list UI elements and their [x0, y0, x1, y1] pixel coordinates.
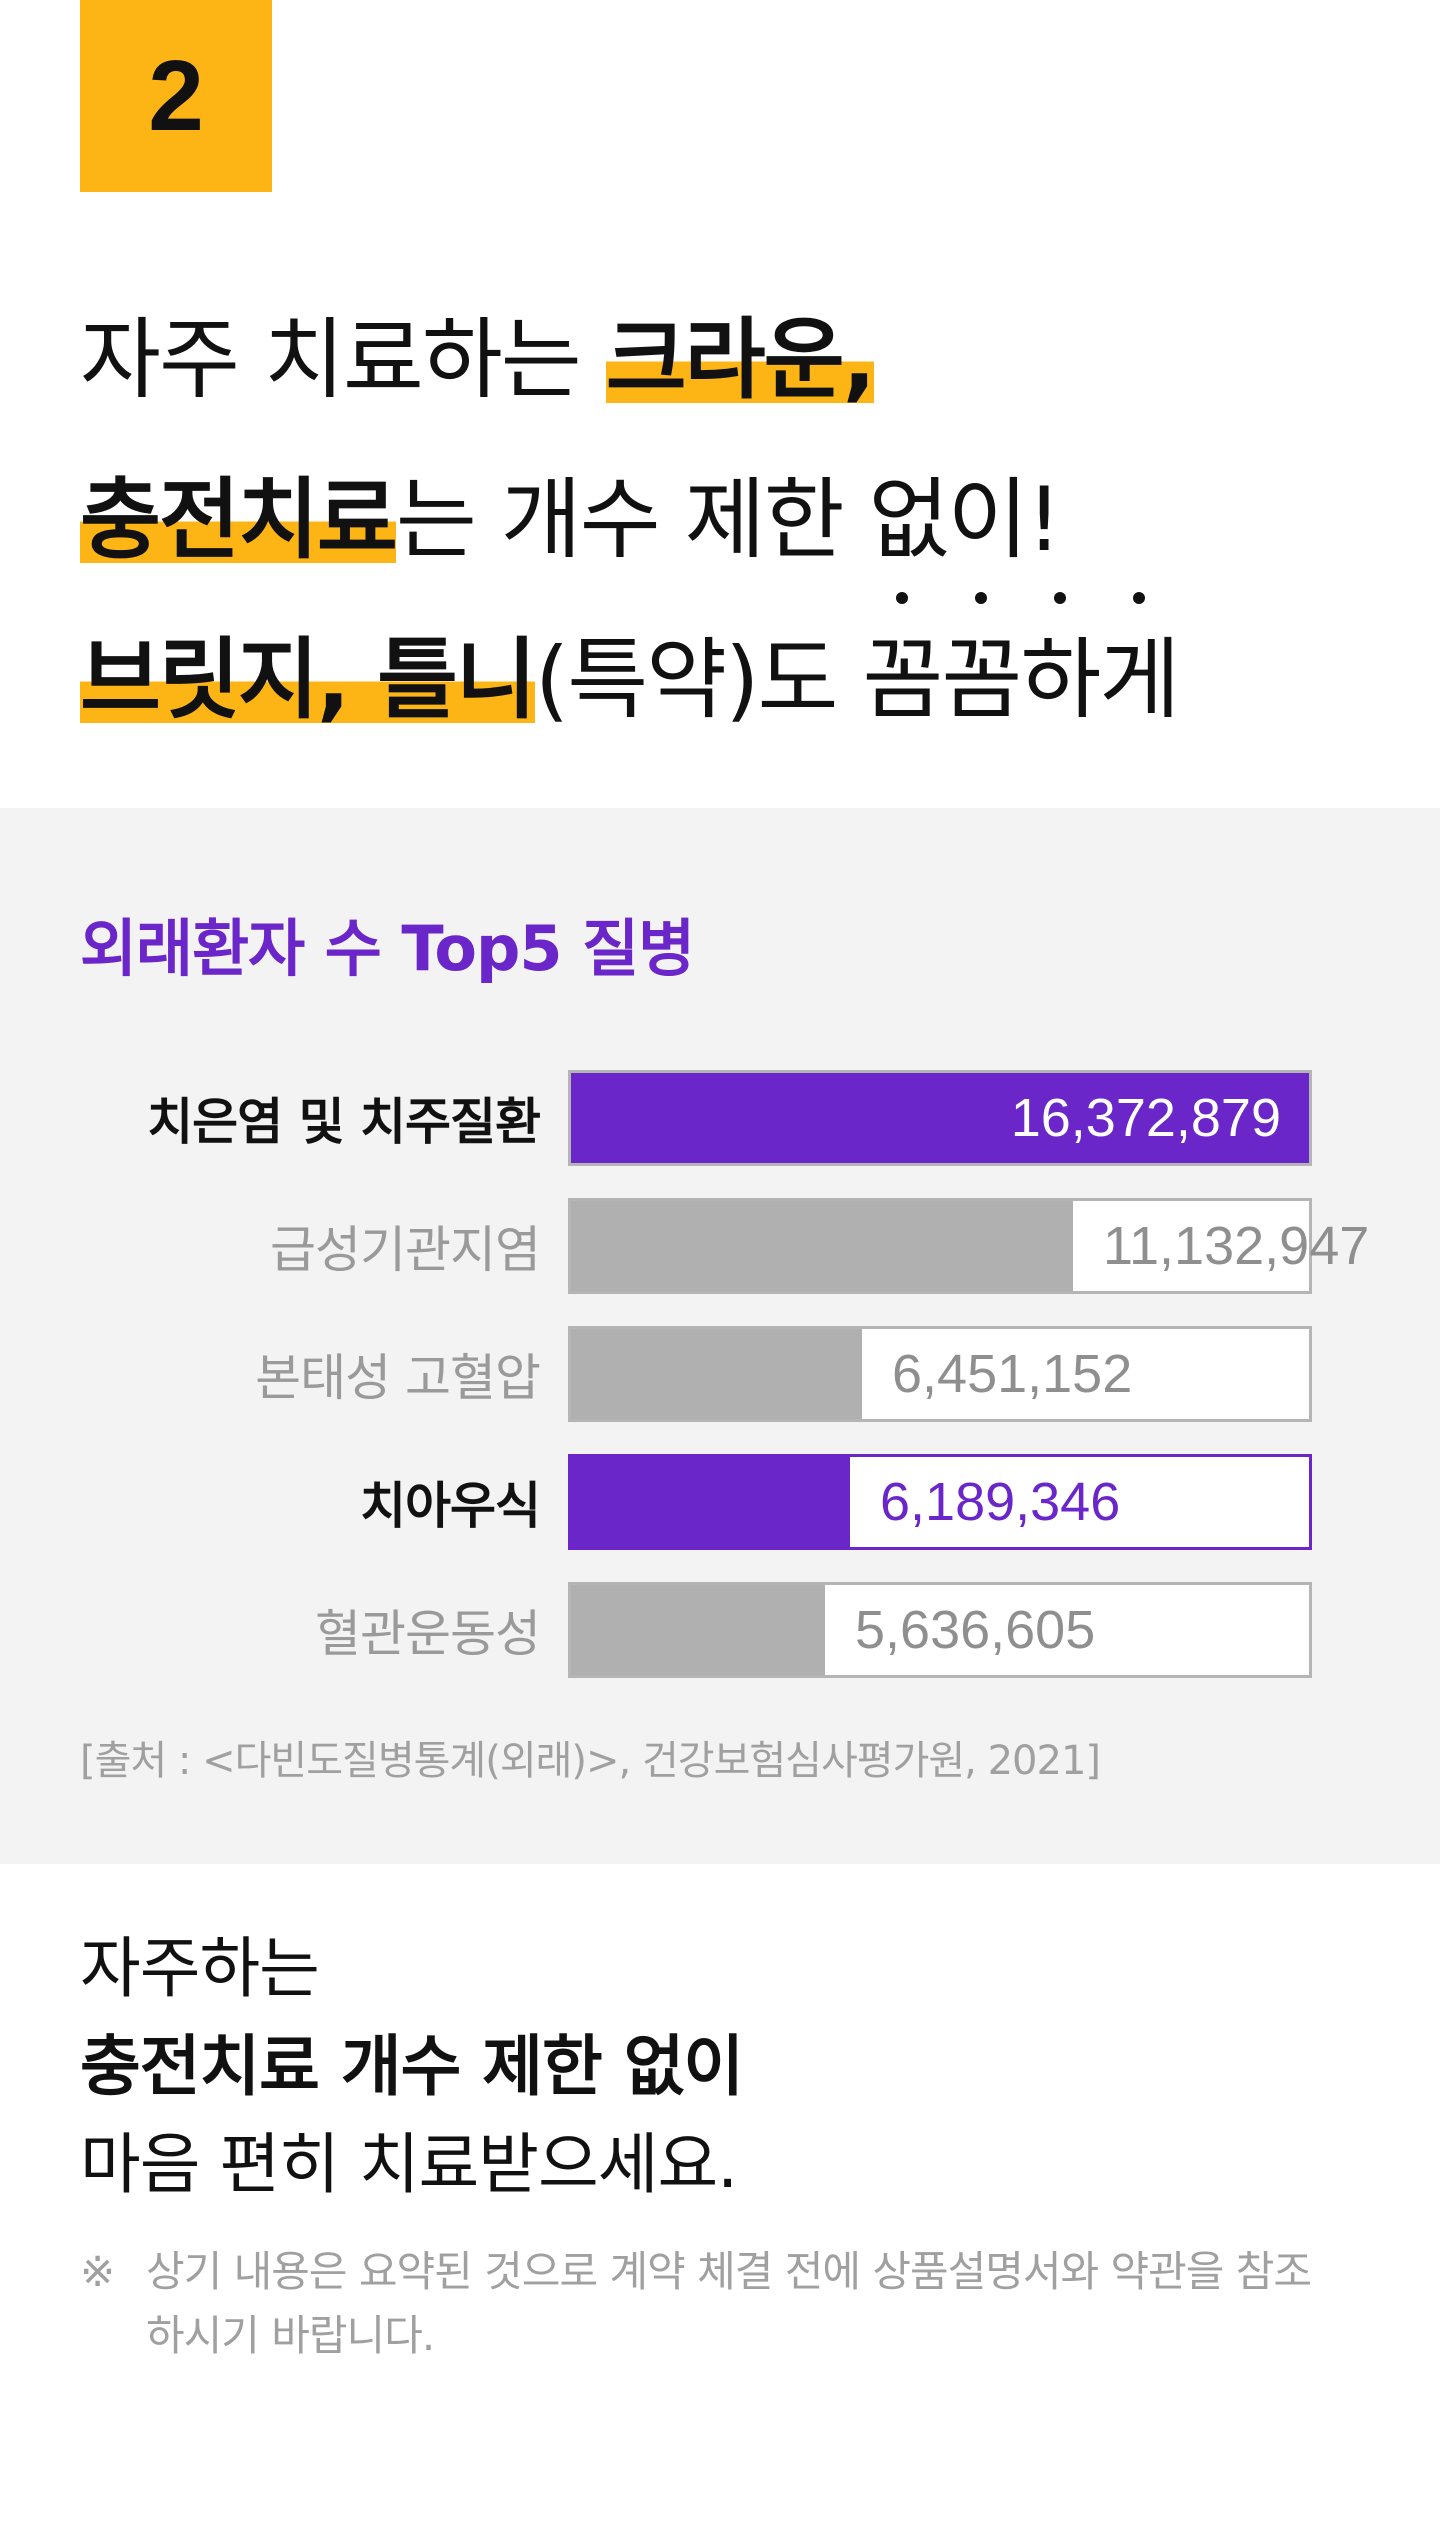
emphasis-dot-char: 게: [1099, 592, 1180, 760]
reference-mark-icon: ※: [80, 2247, 115, 2296]
bar-chart: 치은염 및 치주질환 16,372,879 급성기관지염 11,132,947 본태성 …: [80, 1070, 1369, 1690]
chart-panel: 외래환자 수 Top5 질병 치은염 및 치주질환 16,372,879 급성기관지…: [0, 808, 1440, 1864]
bar-category-label: 치은염 및 치주질환: [147, 1093, 541, 1151]
emphasis-dot-char: 꼼: [941, 592, 1022, 760]
headline-text: 자주 치료하는: [80, 308, 606, 411]
step-number-badge: 2: [80, 0, 272, 192]
bar-track: 11,132,947: [568, 1198, 1369, 1294]
bar-category-label: 급성기관지염: [270, 1221, 541, 1279]
chart-source: [출처 : <다빈도질병통계(외래)>, 건강보험심사평가원, 2021]: [80, 1738, 1101, 1784]
bar-row: 본태성 고혈압 6,451,152: [80, 1326, 1320, 1422]
bar-track: 6,189,346: [568, 1454, 1312, 1550]
bar-track: 5,636,605: [568, 1582, 1312, 1678]
bar-value-label: 5,636,605: [855, 1600, 1096, 1660]
bar: [571, 1329, 862, 1419]
chart-title: 외래환자 수 Top5 질병: [80, 912, 695, 985]
bar-category-label: 치아우식: [360, 1477, 541, 1535]
headline-line-1: 자주 치료하는 크라운,: [80, 280, 1380, 440]
headline-text: (특약)도: [534, 628, 863, 731]
headline-text: 는 개수 제한 없이!: [395, 468, 1062, 571]
headline: 자주 치료하는 크라운, 충전치료는 개수 제한 없이! 브릿지, 틀니(특약)…: [80, 280, 1380, 760]
bar: [571, 1457, 850, 1547]
bar: [571, 1585, 825, 1675]
bar-row: 급성기관지염 11,132,947: [80, 1198, 1369, 1294]
bar-track: 16,372,879: [568, 1070, 1312, 1166]
bar-value-label: 6,189,346: [880, 1472, 1121, 1532]
bottom-message: 자주하는 충전치료 개수 제한 없이 마음 편히 치료받으세요.: [80, 1920, 1380, 2214]
bottom-line-2: 충전치료 개수 제한 없이: [80, 2028, 744, 2105]
bar-row: 치은염 및 치주질환 16,372,879: [80, 1070, 1320, 1166]
bar-category-label: 혈관운동성: [315, 1605, 541, 1663]
emphasis-dot-char: 하: [1020, 592, 1101, 760]
bar: [571, 1201, 1073, 1291]
bottom-line-3: 마음 편히 치료받으세요.: [80, 2126, 738, 2203]
headline-highlight: 크라운,: [605, 308, 876, 411]
emphasis-dot-char: 꼼: [862, 592, 943, 760]
bottom-line-1: 자주하는: [80, 1930, 320, 2007]
headline-line-2: 충전치료는 개수 제한 없이!: [80, 440, 1380, 600]
headline-line-3: 브릿지, 틀니(특약)도 꼼꼼하게: [80, 592, 1380, 760]
headline-highlight: 브릿지, 틀니: [80, 628, 537, 731]
bar-value-label: 16,372,879: [1010, 1088, 1281, 1148]
bar-value-label: 6,451,152: [892, 1344, 1133, 1404]
bar-row: 치아우식 6,189,346: [80, 1454, 1320, 1550]
disclaimer-text: 상기 내용은 요약된 것으로 계약 체결 전에 상품설명서와 약관을 참조하시기…: [146, 2247, 1312, 2360]
bar-value-label: 11,132,947: [1103, 1216, 1370, 1276]
bar-category-label: 본태성 고혈압: [255, 1349, 541, 1407]
headline-highlight: 충전치료: [80, 468, 398, 571]
bar-track: 6,451,152: [568, 1326, 1312, 1422]
bar-row: 혈관운동성 5,636,605: [80, 1582, 1320, 1678]
